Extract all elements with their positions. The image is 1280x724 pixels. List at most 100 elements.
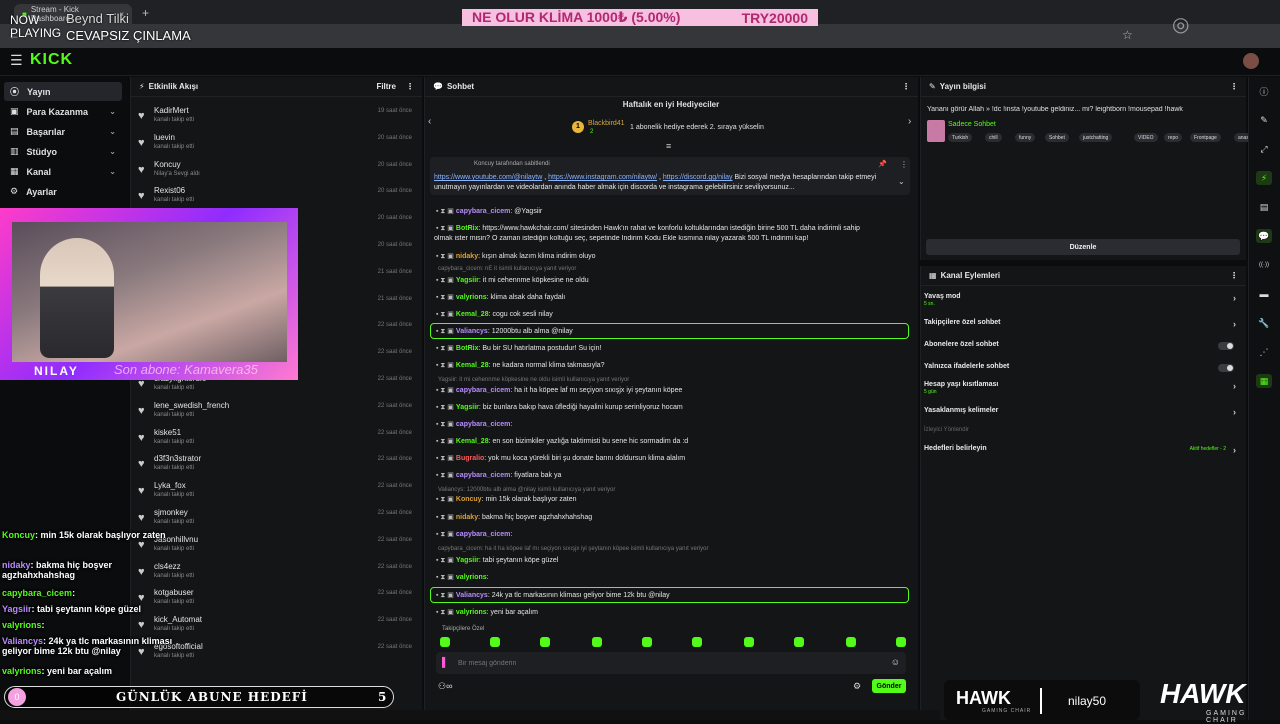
bookmark-star-icon[interactable]: ☆ — [1122, 28, 1133, 42]
chat-username[interactable]: Kemal_28 — [456, 311, 489, 318]
chat-message[interactable]: ▪ ⧗ ▣ capybara_cicem: ha it ha köpee laf … — [436, 386, 906, 395]
chat-message[interactable]: ▪ ⧗ ▣ Valiancys: 12000btu alb alma @nilay — [436, 327, 906, 336]
menu-icon[interactable]: ☰ — [10, 52, 23, 69]
chevron-down-icon[interactable]: ⌄ — [898, 177, 905, 186]
chat-message[interactable]: ▪ ⧗ ▣ capybara_cicem: — [436, 530, 906, 539]
chat-message[interactable]: ▪ ⧗ ▣ Kemal_28: en son bizimkiler yazlığa… — [436, 437, 906, 446]
list-item[interactable]: ♥ Koncuy Nilay'a Sevgi aldı 20 saat önce — [136, 158, 416, 184]
set-goals-row[interactable]: Hedefleri belirleyin Aktif hedefler - 2 … — [924, 445, 1240, 455]
chat-username[interactable]: capybara_cicem — [456, 421, 510, 428]
chat-message[interactable]: olmak ister misin? O zaman istediğin kol… — [434, 235, 904, 242]
share-icon[interactable]: ⋰ — [1256, 345, 1272, 359]
channel-action-row[interactable]: Yalnızca ifadelerle sohbet — [924, 363, 1240, 372]
filter-button[interactable]: Filtre — [376, 82, 396, 91]
kick-logo[interactable]: KICK — [30, 51, 73, 69]
chat-username[interactable]: Yagsiir — [456, 277, 479, 284]
channel-action-row[interactable]: Abonelere özel sohbet — [924, 341, 1240, 350]
chat-message[interactable]: ▪ ⧗ ▣ capybara_cicem: fiyatlara bak ya — [436, 471, 906, 480]
chat-username[interactable]: valyrions — [456, 609, 487, 616]
chat-message[interactable]: ▪ ⧗ ▣ nidaky: kışın almak lazım klima ind… — [436, 252, 906, 261]
chat-message[interactable]: ▪ ⧗ ▣ Yagsiir: biz bunlara bakıp hava üfl… — [436, 403, 906, 412]
list-item[interactable]: ♥ luevin kanalı takip etti 20 saat önce — [136, 131, 416, 157]
list-item[interactable]: ♥ kotgabuser kanalı takip etti 22 saat önce — [136, 586, 416, 612]
chat-message[interactable]: ▪ ⧗ ▣ valyrions: yeni bar açalım — [436, 608, 906, 617]
list-item[interactable]: ♥ Lyka_fox kanalı takip etti 22 saat önce — [136, 479, 416, 505]
stream-tag[interactable]: justchatting — [1079, 133, 1113, 142]
expand-icon[interactable]: ⤢ — [1256, 142, 1272, 156]
chevron-right-icon[interactable]: › — [908, 116, 911, 127]
chat-username[interactable]: Bugralio — [456, 455, 484, 462]
channel-action-row[interactable]: Yavaş mod 5 sn. › — [924, 293, 1240, 307]
list-item[interactable]: ♥ d3f3n3strator kanalı takip etti 22 saat ö… — [136, 452, 416, 478]
chat-username[interactable]: Koncuy — [456, 496, 482, 503]
emote-icon[interactable] — [440, 637, 450, 647]
more-icon[interactable]: ⋮ — [900, 160, 908, 169]
list-item[interactable]: ♥ lene_swedish_french kanalı takip etti 22 … — [136, 399, 416, 425]
sidebar-item-1[interactable]: ▣ Para Kazanma ⌄ — [4, 102, 122, 121]
list-item[interactable]: ♥ Jasonhillvnu kanalı takip etti 22 saat ön… — [136, 533, 416, 559]
chat-message[interactable]: ▪ ⧗ ▣ Yagsiir: it mi cehennme köpkesine n… — [436, 276, 906, 285]
note-icon[interactable]: ▤ — [1256, 200, 1272, 214]
card-icon[interactable]: ▬ — [1256, 287, 1272, 301]
sidebar-item-5[interactable]: ⚙ Ayarlar — [4, 182, 122, 201]
chat-input[interactable] — [458, 656, 878, 670]
list-icon[interactable]: ▦ — [1256, 374, 1272, 388]
chat-username[interactable]: Yagsiir — [456, 404, 479, 411]
chat-username[interactable]: BotRix — [456, 225, 479, 232]
chat-icon[interactable]: 💬 — [1256, 229, 1272, 243]
chat-message[interactable]: ▪ ⧗ ▣ Kemal_28: cogu cok sesli nilay — [436, 310, 906, 319]
toggle-switch[interactable] — [1218, 364, 1234, 372]
chat-username[interactable]: nidaky — [456, 253, 478, 260]
sidebar-item-2[interactable]: ▤ Başarılar ⌄ — [4, 122, 122, 141]
avatar[interactable] — [1243, 53, 1259, 69]
signal-icon[interactable]: ((·)) — [1256, 258, 1272, 272]
stream-tag[interactable]: chill — [985, 133, 1002, 142]
users-icon[interactable]: ⚇∞ — [438, 681, 452, 692]
channel-action-row[interactable]: Yasaklanmış kelimeler › — [924, 407, 1240, 417]
chat-username[interactable]: Kemal_28 — [456, 362, 489, 369]
chat-username[interactable]: Yagsiir — [456, 557, 479, 564]
collapse-icon[interactable]: ≡ — [666, 141, 671, 151]
emote-icon[interactable] — [490, 637, 500, 647]
emote-icon[interactable] — [794, 637, 804, 647]
chat-message[interactable]: ▪ ⧗ ▣ Valiancys: 24k ya tlc markasının kl… — [436, 591, 906, 600]
sidebar-item-3[interactable]: ▥ Stüdyo ⌄ — [4, 142, 122, 161]
more-icon[interactable]: ⋮ — [1230, 82, 1238, 91]
chat-username[interactable]: capybara_cicem — [456, 387, 510, 394]
emote-icon[interactable] — [692, 637, 702, 647]
toggle-switch[interactable] — [1218, 342, 1234, 350]
chat-username[interactable]: nidaky — [456, 514, 478, 521]
list-item[interactable]: ♥ Rexist06 kanalı takip etti 20 saat önce — [136, 184, 416, 210]
pencil-icon[interactable]: ✎ — [1256, 113, 1272, 127]
chat-message[interactable]: ▪ ⧗ ▣ Koncuy: min 15k olarak başlıyor zat… — [436, 495, 906, 504]
sidebar-item-0[interactable]: ⦿ Yayın — [4, 82, 122, 101]
chat-username[interactable]: capybara_cicem — [456, 208, 510, 215]
emote-icon[interactable] — [642, 637, 652, 647]
chat-username[interactable]: capybara_cicem — [456, 531, 510, 538]
list-item[interactable]: ♥ kiske51 kanalı takip etti 22 saat önce — [136, 426, 416, 452]
pinned-link[interactable]: https://discord.gg/nilay — [663, 174, 733, 181]
pin-icon[interactable]: 📌 — [878, 160, 887, 168]
list-item[interactable]: ♥ KadirMert kanalı takip etti 19 saat önce — [136, 104, 416, 130]
chat-message[interactable]: ▪ ⧗ ▣ capybara_cicem: @Yagsiir — [436, 207, 906, 216]
chat-username[interactable]: Kemal_28 — [456, 438, 489, 445]
emote-icon[interactable] — [744, 637, 754, 647]
sidebar-item-4[interactable]: ▦ Kanal ⌄ — [4, 162, 122, 181]
pinned-link[interactable]: https://www.youtube.com/@nilaytw — [434, 174, 542, 181]
lightning-icon[interactable]: ⚡ — [1256, 171, 1272, 185]
info-icon[interactable]: ⓘ — [1256, 84, 1272, 98]
chat-message[interactable]: ▪ ⧗ ▣ BotRix: https://www.hawkchair.com/ … — [436, 224, 906, 233]
emote-icon[interactable] — [896, 637, 906, 647]
top-gifter-name[interactable]: Blackbird41 — [588, 120, 625, 127]
pinned-link[interactable]: https://www.instagram.com/nilaytw/ — [548, 174, 657, 181]
new-tab-button[interactable]: + — [142, 6, 149, 20]
emoji-icon[interactable]: ☺ — [891, 657, 900, 667]
stream-category[interactable]: Sadece Sohbet — [948, 121, 996, 128]
stream-tag[interactable]: Sohbet — [1045, 133, 1069, 142]
more-icon[interactable]: ⋮ — [902, 82, 910, 91]
more-icon[interactable]: ⋮ — [406, 82, 414, 91]
chat-message[interactable]: ▪ ⧗ ▣ valyrions: — [436, 573, 906, 582]
chat-message[interactable]: ▪ ⧗ ▣ valyrions: klima alsak daha faydalı — [436, 293, 906, 302]
stream-tag[interactable]: Turkish — [948, 133, 973, 142]
chat-message[interactable]: ▪ ⧗ ▣ Yagsiir: tabi şeytanın köpe güzel — [436, 556, 906, 565]
